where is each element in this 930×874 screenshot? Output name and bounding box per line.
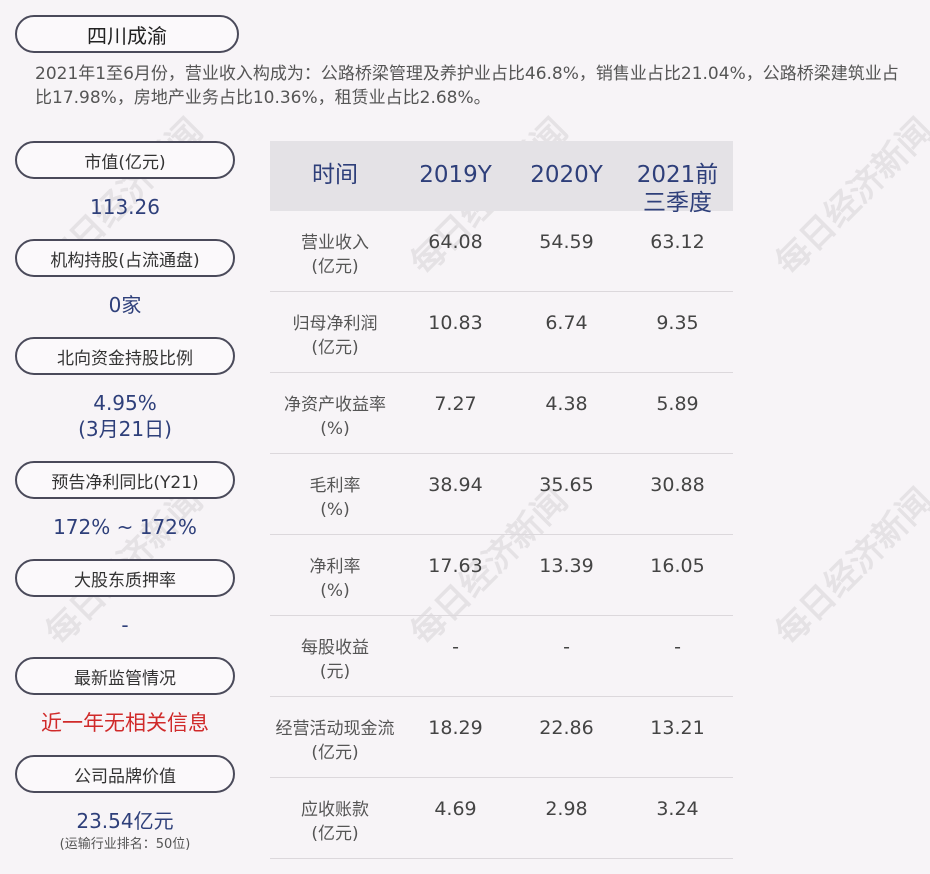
row-label: 毛利率 (%): [270, 454, 400, 534]
table-cell: 3.24: [656, 798, 699, 820]
market-cap-value: 113.26: [90, 195, 160, 219]
row-label: 净利率 (%): [270, 535, 400, 615]
row-label: 经营活动现金流 (亿元): [270, 697, 400, 777]
row-label-text: 应收账款: [301, 800, 369, 820]
financial-table: 时间 2019Y 2020Y 2021前三季度 营业收入 (亿元) 64.08 54.…: [270, 141, 733, 859]
row-label: 营业收入 (亿元): [270, 211, 400, 291]
table-cell: 6.74: [545, 312, 588, 334]
row-label-text: 归母净利润: [292, 314, 378, 334]
table-row: 毛利率 (%) 38.94 35.65 30.88: [270, 454, 733, 535]
row-label-text: 净利率: [309, 557, 361, 577]
row-label-text: 经营活动现金流: [275, 719, 395, 739]
table-cell: 35.65: [539, 474, 594, 496]
table-cell: 4.69: [434, 798, 477, 820]
brand-value-value: 23.54亿元: [76, 809, 174, 833]
market-cap-label: 市值(亿元): [15, 141, 235, 179]
table-cell: 17.63: [428, 555, 483, 577]
row-label: 净资产收益率 (%): [270, 373, 400, 453]
row-label-text: 毛利率: [309, 476, 361, 496]
row-label-unit: (亿元): [311, 743, 359, 763]
row-label-unit: (亿元): [311, 824, 359, 844]
row-label-unit: (%): [320, 581, 350, 601]
table-cell: 10.83: [428, 312, 483, 334]
profit-forecast-value: 172% ~ 172%: [53, 515, 197, 539]
table-row: 净利率 (%) 17.63 13.39 16.05: [270, 535, 733, 616]
header-2019: 2019Y: [419, 162, 492, 188]
table-cell: 13.39: [539, 555, 594, 577]
header-time: 时间: [312, 162, 358, 188]
table-row: 归母净利润 (亿元) 10.83 6.74 9.35: [270, 292, 733, 373]
table-body: 营业收入 (亿元) 64.08 54.59 63.12 归母净利润 (亿元) 10.83 6.7…: [270, 211, 733, 859]
table-cell: 54.59: [539, 231, 594, 253]
northbound-ratio-date: (3月21日): [78, 417, 172, 441]
row-label-unit: (元): [319, 662, 351, 682]
row-label: 归母净利润 (亿元): [270, 292, 400, 372]
table-cell: 64.08: [428, 231, 483, 253]
brand-value-rank: (运输行业排名：50位): [59, 837, 191, 852]
row-label-text: 每股收益: [301, 638, 369, 658]
pledge-ratio-label: 大股东质押率: [15, 559, 235, 597]
revenue-summary: 2021年1至6月份，营业收入构成为：公路桥梁管理及养护业占比46.8%，销售业…: [35, 64, 899, 108]
table-cell: 22.86: [539, 717, 594, 739]
table-cell: 30.88: [650, 474, 705, 496]
table-cell: -: [452, 636, 459, 658]
table-cell: 5.89: [656, 393, 699, 415]
table-row: 每股收益 (元) - - -: [270, 616, 733, 697]
row-label-text: 净资产收益率: [284, 395, 386, 415]
table-cell: 13.21: [650, 717, 705, 739]
table-cell: 38.94: [428, 474, 483, 496]
table-header: 时间 2019Y 2020Y 2021前三季度: [270, 141, 733, 216]
header-2020: 2020Y: [530, 162, 603, 188]
company-name-pill: 四川成渝: [15, 15, 239, 53]
table-cell: 16.05: [650, 555, 705, 577]
table-cell: 9.35: [656, 312, 699, 334]
row-label: 应收账款 (亿元): [270, 778, 400, 858]
table-row: 应收账款 (亿元) 4.69 2.98 3.24: [270, 778, 733, 859]
table-cell: 18.29: [428, 717, 483, 739]
institution-holding-value: 0家: [108, 293, 142, 317]
profit-forecast-label: 预告净利同比(Y21): [15, 461, 235, 499]
row-label-unit: (%): [320, 419, 350, 439]
header-2021q3: 2021前三季度: [636, 162, 719, 216]
table-cell: -: [563, 636, 570, 658]
regulatory-label: 最新监管情况: [15, 657, 235, 695]
brand-value-label: 公司品牌价值: [15, 755, 235, 793]
table-cell: 63.12: [650, 231, 705, 253]
pledge-ratio-value: -: [121, 613, 129, 637]
institution-holding-label: 机构持股(占流通盘): [15, 239, 235, 277]
table-row: 经营活动现金流 (亿元) 18.29 22.86 13.21: [270, 697, 733, 778]
table-row: 营业收入 (亿元) 64.08 54.59 63.12: [270, 211, 733, 292]
watermark: 每日经济新闻: [768, 110, 930, 284]
row-label-text: 营业收入: [301, 233, 369, 253]
row-label: 每股收益 (元): [270, 616, 400, 696]
table-row: 净资产收益率 (%) 7.27 4.38 5.89: [270, 373, 733, 454]
row-label-unit: (%): [320, 500, 350, 520]
table-cell: 4.38: [545, 393, 588, 415]
table-cell: -: [674, 636, 681, 658]
regulatory-value: 近一年无相关信息: [41, 711, 209, 735]
table-cell: 7.27: [434, 393, 477, 415]
northbound-ratio-label: 北向资金持股比例: [15, 337, 235, 375]
row-label-unit: (亿元): [311, 338, 359, 358]
row-label-unit: (亿元): [311, 257, 359, 277]
watermark: 每日经济新闻: [768, 480, 930, 654]
table-cell: 2.98: [545, 798, 588, 820]
northbound-ratio-value: 4.95%: [93, 391, 157, 415]
